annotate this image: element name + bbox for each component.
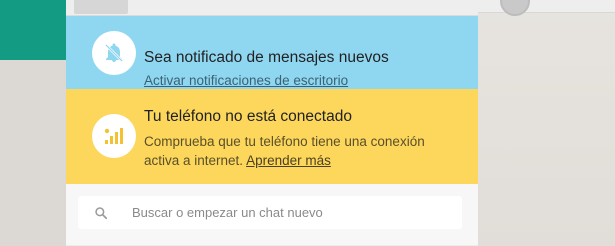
sidebar-header — [66, 0, 478, 16]
chat-sidebar: Sea notificado de mensajes nuevos Activa… — [66, 0, 478, 246]
phone-disconnected-banner: Tu teléfono no está conectado Comprueba … — [66, 89, 478, 184]
app-window: Sea notificado de mensajes nuevos Activa… — [0, 0, 615, 246]
background-left — [0, 60, 66, 246]
search-box[interactable] — [78, 196, 462, 229]
bell-muted-icon — [92, 31, 136, 75]
enable-desktop-notifications-link[interactable]: Activar notificaciones de escritorio — [144, 73, 348, 88]
conversation-background — [478, 0, 615, 246]
search-input[interactable] — [132, 205, 432, 220]
search-icon[interactable] — [92, 204, 110, 222]
phone-banner-body: Comprueba que tu teléfono tiene una cone… — [144, 132, 444, 170]
profile-avatar[interactable] — [74, 0, 128, 14]
conversation-header — [478, 0, 615, 13]
desktop-notifications-banner[interactable]: Sea notificado de mensajes nuevos Activa… — [66, 16, 478, 89]
phone-banner-title: Tu teléfono no está conectado — [144, 108, 352, 125]
notifications-banner-title: Sea notificado de mensajes nuevos — [144, 49, 389, 66]
learn-more-link[interactable]: Aprender más — [246, 153, 331, 168]
phone-signal-icon — [92, 114, 136, 158]
search-bar — [66, 184, 478, 246]
